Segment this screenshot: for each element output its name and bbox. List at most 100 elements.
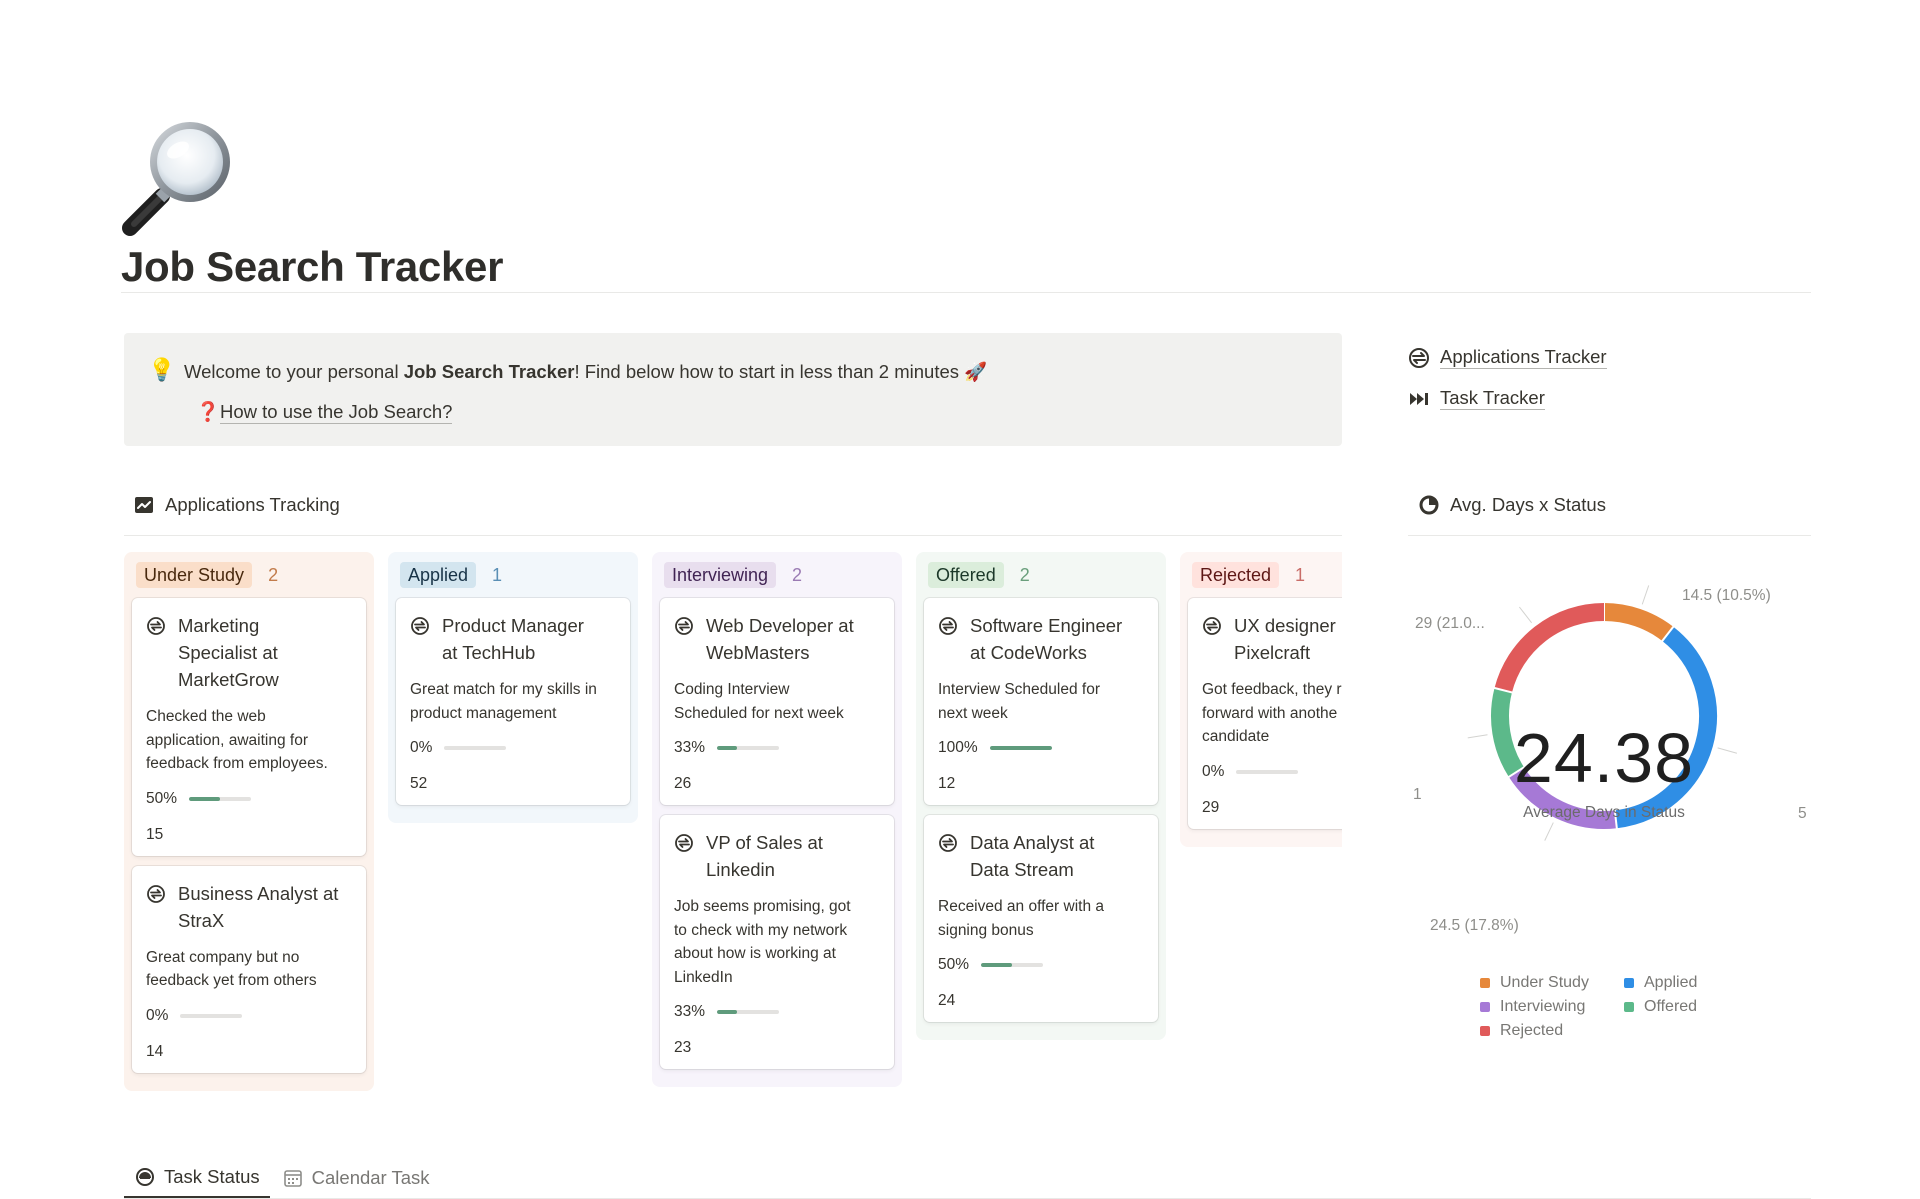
legend-label: Interviewing bbox=[1500, 998, 1586, 1015]
applications-tracking-header[interactable]: Applications Tracking bbox=[133, 494, 340, 516]
card-progress: 0% bbox=[410, 739, 616, 757]
card-progress: 0% bbox=[1202, 763, 1342, 781]
card-note: Coding Interview Scheduled for next week bbox=[674, 681, 844, 722]
progress-fill bbox=[989, 746, 1052, 750]
card-title: Business Analyst at StraX bbox=[178, 882, 339, 931]
donut-center: 24.38 Average Days in Status bbox=[1480, 718, 1728, 822]
swap-icon bbox=[1408, 347, 1430, 369]
progress-bar bbox=[444, 746, 507, 750]
card-title: Web Developer at WebMasters bbox=[706, 615, 854, 663]
application-card[interactable]: Product Manager at TechHub Great match fo… bbox=[396, 598, 630, 805]
legend-item[interactable]: Offered bbox=[1624, 998, 1697, 1016]
application-card[interactable]: Data Analyst at Data Stream Received an o… bbox=[924, 815, 1158, 1022]
card-days: 24 bbox=[938, 992, 956, 1009]
applications-tracker-label: Applications Tracker bbox=[1440, 346, 1607, 369]
card-note: Checked the web application, awaiting fo… bbox=[146, 708, 328, 772]
average-days-value: 24.38 bbox=[1513, 719, 1695, 797]
swap-icon bbox=[938, 616, 958, 636]
tab-label: Task Status bbox=[164, 1166, 260, 1187]
column-header[interactable]: Offered 2 bbox=[924, 552, 1158, 598]
application-card[interactable]: Marketing Specialist at MarketGrow Checke… bbox=[132, 598, 366, 856]
lightbulb-icon: 💡 bbox=[148, 357, 176, 382]
applications-tracker-link[interactable]: Applications Tracker bbox=[1408, 337, 1607, 378]
column-header[interactable]: Rejected 1 bbox=[1188, 552, 1342, 598]
application-card[interactable]: VP of Sales at Linkedin Job seems promisi… bbox=[660, 815, 894, 1069]
status-tag: Applied bbox=[400, 562, 477, 588]
swap-icon bbox=[410, 616, 430, 636]
task-tracker-label: Task Tracker bbox=[1440, 387, 1545, 410]
card-days: 14 bbox=[146, 1042, 164, 1060]
legend-swatch bbox=[1480, 978, 1490, 988]
progress-fill bbox=[717, 1010, 738, 1014]
progress-bar bbox=[189, 796, 252, 801]
progress-label: 50% bbox=[938, 956, 970, 973]
card-title: VP of Sales at Linkedin bbox=[706, 832, 823, 880]
tab-label: Calendar Task bbox=[311, 1167, 430, 1188]
progress-fill bbox=[717, 746, 738, 750]
avg-days-header[interactable]: Avg. Days x Status bbox=[1418, 494, 1606, 516]
progress-label: 50% bbox=[146, 789, 178, 807]
welcome-text: Welcome to your personal Job Search Trac… bbox=[184, 361, 988, 382]
column-header[interactable]: Interviewing 2 bbox=[660, 552, 894, 598]
tab-task-status[interactable]: Task Status bbox=[124, 1158, 270, 1198]
view-tabs: Task Status Calendar Task bbox=[124, 1158, 442, 1198]
legend-swatch bbox=[1624, 978, 1634, 988]
magnifying-glass-icon bbox=[122, 118, 242, 238]
card-days: 15 bbox=[146, 825, 164, 843]
progress-bar bbox=[989, 746, 1052, 750]
task-tracker-link[interactable]: Task Tracker bbox=[1408, 378, 1607, 419]
slice-leader-line bbox=[1641, 585, 1650, 605]
legend-item[interactable]: Under Study bbox=[1480, 974, 1589, 992]
card-progress: 100% bbox=[938, 739, 1144, 757]
legend-item[interactable]: Interviewing bbox=[1480, 998, 1585, 1016]
legend-item[interactable]: Applied bbox=[1624, 974, 1697, 992]
status-count: 2 bbox=[792, 564, 803, 585]
column-header[interactable]: Under Study 2 bbox=[132, 552, 366, 598]
chart-icon bbox=[133, 494, 155, 516]
calendar-icon bbox=[282, 1167, 304, 1189]
applications-tracking-title: Applications Tracking bbox=[165, 494, 340, 515]
card-days: 23 bbox=[674, 1039, 692, 1056]
status-count: 1 bbox=[492, 564, 503, 585]
tab-calendar-task[interactable]: Calendar Task bbox=[272, 1158, 440, 1198]
slice-label-rejected: 29 (21.0... bbox=[1415, 615, 1485, 632]
application-card[interactable]: Business Analyst at StraX Great company b… bbox=[132, 865, 366, 1073]
progress-label: 33% bbox=[674, 739, 706, 756]
status-tag: Rejected bbox=[1192, 562, 1280, 588]
slice-leader-line bbox=[1544, 822, 1554, 841]
fast-forward-icon bbox=[1408, 388, 1430, 410]
progress-label: 100% bbox=[938, 739, 978, 756]
card-days: 52 bbox=[410, 775, 428, 792]
application-card[interactable]: UX designer Pixelcraft Got feedback, they… bbox=[1188, 598, 1342, 829]
legend-label: Rejected bbox=[1500, 1022, 1564, 1039]
legend-item[interactable]: Rejected bbox=[1480, 1022, 1563, 1040]
column-under-study: Under Study 2 Marketing Specialist at Mark… bbox=[124, 552, 374, 1091]
column-header[interactable]: Applied 1 bbox=[396, 552, 630, 598]
legend-label: Offered bbox=[1644, 998, 1698, 1015]
status-tag: Under Study bbox=[136, 562, 253, 588]
progress-label: 0% bbox=[410, 739, 433, 756]
donut-slice-rejected[interactable] bbox=[1494, 603, 1605, 693]
card-note: Job seems promising, got to check with m… bbox=[674, 898, 851, 986]
column-offered: Offered 2 Software Engineer at CodeWorks In… bbox=[916, 552, 1166, 1040]
legend-swatch bbox=[1480, 1002, 1490, 1012]
slice-label-applied: 5 bbox=[1798, 805, 1807, 822]
application-card[interactable]: Software Engineer at CodeWorks Interview … bbox=[924, 598, 1158, 805]
card-days: 12 bbox=[938, 775, 956, 792]
progress-label: 33% bbox=[674, 1003, 706, 1020]
status-tag: Offered bbox=[928, 562, 1004, 588]
page-title: Job Search Tracker bbox=[121, 243, 504, 290]
progress-label: 0% bbox=[146, 1006, 169, 1024]
card-title: Data Analyst at Data Stream bbox=[970, 832, 1095, 880]
progress-fill bbox=[981, 963, 1013, 967]
card-title: Software Engineer at CodeWorks bbox=[970, 615, 1123, 663]
card-note: Got feedback, they r forward with anothe… bbox=[1202, 681, 1342, 745]
card-progress: 0% bbox=[146, 1007, 352, 1025]
section-divider bbox=[1408, 535, 1811, 536]
donut-slice-under-study[interactable] bbox=[1603, 603, 1674, 642]
legend-label: Under Study bbox=[1500, 974, 1589, 991]
side-links: Applications Tracker Task Tracker bbox=[1408, 337, 1607, 419]
application-card[interactable]: Web Developer at WebMasters Coding Interv… bbox=[660, 598, 894, 805]
how-to-use-link[interactable]: How to use the Job Search? bbox=[220, 401, 453, 424]
progress-label: 0% bbox=[1202, 762, 1225, 780]
